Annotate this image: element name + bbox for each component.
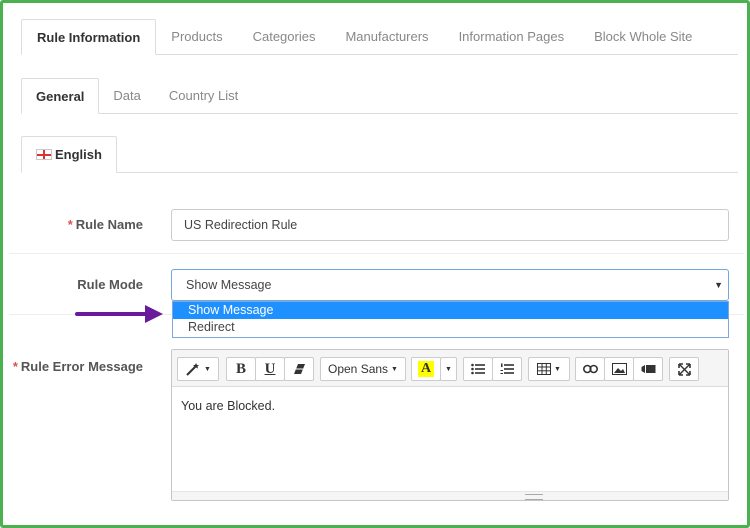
picture-button[interactable]: [604, 357, 634, 381]
divider: [9, 253, 744, 254]
chevron-down-icon: ▼: [445, 365, 452, 373]
chevron-down-icon: ▼: [554, 365, 561, 373]
rule-mode-options: Show Message Redirect: [172, 301, 729, 338]
fullscreen-icon: [677, 362, 691, 376]
tab-products[interactable]: Products: [156, 18, 237, 54]
rule-mode-selected-value: Show Message: [186, 278, 272, 292]
rule-mode-select[interactable]: Show Message ▼: [171, 269, 729, 301]
rule-mode-label: Rule Mode: [3, 277, 143, 292]
magic-wand-icon: [186, 363, 200, 376]
table-button[interactable]: ▼: [528, 357, 570, 381]
tab-block-whole-site[interactable]: Block Whole Site: [579, 18, 707, 54]
font-color-dropdown[interactable]: ▼: [440, 357, 457, 381]
tab-country-list[interactable]: Country List: [155, 77, 252, 113]
option-redirect[interactable]: Redirect: [173, 319, 728, 336]
unordered-list-button[interactable]: [463, 357, 493, 381]
rule-error-message-label: * Rule Error Message: [3, 359, 143, 374]
rich-text-editor: ▼ B U Open Sans ▼ A ▼ ▼ You are Blocked.: [171, 349, 729, 501]
clear-format-button[interactable]: [284, 357, 314, 381]
rule-error-message-label-text: Rule Error Message: [20, 359, 143, 374]
editor-resize-handle[interactable]: [172, 491, 728, 500]
font-name-dropdown[interactable]: Open Sans ▼: [320, 357, 406, 381]
rule-form-panel: Rule Information Products Categories Man…: [0, 0, 750, 528]
editor-content[interactable]: You are Blocked.: [181, 399, 275, 413]
tab-information-pages[interactable]: Information Pages: [444, 18, 580, 54]
pointer-arrow-icon: [75, 305, 163, 323]
underline-button[interactable]: U: [255, 357, 285, 381]
chevron-down-icon: ▼: [391, 365, 398, 373]
video-icon: [641, 365, 655, 373]
bullet-list-icon: [471, 363, 485, 375]
font-name-value: Open Sans: [328, 362, 389, 376]
sub-tabs: General Data Country List: [21, 76, 738, 114]
tab-rule-information[interactable]: Rule Information: [21, 19, 157, 55]
rule-name-value: US Redirection Rule: [184, 218, 298, 232]
tab-manufacturers[interactable]: Manufacturers: [330, 18, 443, 54]
option-show-message[interactable]: Show Message: [173, 302, 728, 319]
style-button[interactable]: ▼: [177, 357, 219, 381]
video-button[interactable]: [633, 357, 663, 381]
underline-icon: U: [264, 360, 276, 377]
rule-name-label-text: Rule Name: [75, 217, 143, 232]
numbered-list-icon: [500, 363, 514, 374]
bold-icon: B: [235, 360, 246, 377]
link-button[interactable]: [575, 357, 605, 381]
font-color-button[interactable]: A: [411, 357, 441, 381]
language-label: English: [55, 147, 102, 162]
main-tabs: Rule Information Products Categories Man…: [21, 17, 738, 55]
ordered-list-button[interactable]: [492, 357, 522, 381]
required-mark: *: [67, 217, 73, 232]
tab-english[interactable]: English: [21, 136, 117, 173]
chevron-down-icon: ▼: [204, 365, 211, 373]
required-mark: *: [12, 359, 18, 374]
uk-flag-icon: [36, 149, 52, 160]
rule-name-input[interactable]: US Redirection Rule: [171, 209, 729, 241]
fullscreen-button[interactable]: [669, 357, 699, 381]
chevron-down-icon: ▼: [714, 280, 723, 290]
table-icon: [537, 363, 552, 375]
rule-name-label: * Rule Name: [3, 217, 143, 232]
font-color-icon: A: [417, 361, 435, 377]
eraser-icon: [293, 364, 305, 374]
language-tabs: English: [21, 135, 738, 173]
editor-toolbar: ▼ B U Open Sans ▼ A ▼ ▼: [172, 350, 728, 387]
picture-icon: [611, 363, 627, 375]
bold-button[interactable]: B: [226, 357, 256, 381]
tab-general[interactable]: General: [21, 78, 100, 114]
tab-categories[interactable]: Categories: [238, 18, 331, 54]
link-icon: [582, 364, 598, 374]
tab-data[interactable]: Data: [99, 77, 154, 113]
rule-mode-label-text: Rule Mode: [77, 277, 143, 292]
